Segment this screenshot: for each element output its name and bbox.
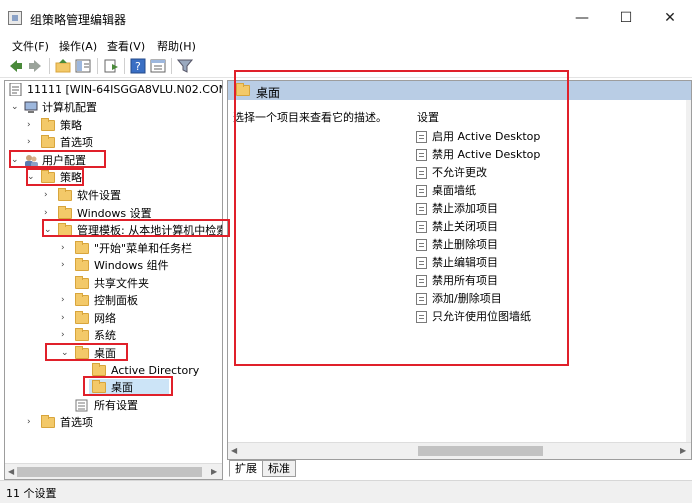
tab-extended[interactable]: 扩展	[229, 460, 263, 477]
export-list-icon[interactable]	[103, 58, 119, 74]
chevron-right-icon[interactable]: ›	[44, 191, 53, 200]
folder-icon	[41, 118, 55, 131]
details-horizontal-scrollbar[interactable]: ◀ ▶	[228, 442, 691, 459]
policy-setting-icon	[416, 131, 427, 143]
folder-icon	[75, 276, 89, 289]
settings-column-header[interactable]: 设置	[417, 109, 439, 125]
view-tabs: 扩展 标准	[227, 460, 427, 478]
chevron-down-icon[interactable]: ⌄	[44, 226, 53, 235]
chevron-right-icon[interactable]: ›	[61, 331, 70, 340]
show-hide-tree-icon[interactable]	[75, 58, 91, 74]
users-icon	[25, 155, 38, 167]
details-pane: 桌面 选择一个项目来查看它的描述。 设置 启用 Active Desktop 禁…	[227, 80, 692, 460]
folder-icon	[75, 293, 89, 306]
chevron-down-icon[interactable]: ⌄	[11, 156, 20, 165]
chevron-right-icon[interactable]: ›	[61, 296, 70, 305]
scroll-right-icon[interactable]: ▶	[211, 467, 217, 476]
folder-icon	[75, 258, 89, 271]
folder-icon	[58, 223, 72, 236]
settings-list-icon	[75, 399, 88, 412]
policy-setting-icon	[416, 311, 427, 323]
chevron-right-icon[interactable]: ›	[44, 209, 53, 218]
toolbar-separator	[171, 58, 172, 74]
menu-bar: 文件(F) 操作(A) 查看(V) 帮助(H)	[0, 36, 692, 54]
close-button[interactable]: ✕	[648, 0, 692, 36]
toolbar-separator	[49, 58, 50, 74]
chevron-down-icon[interactable]: ⌄	[27, 173, 36, 182]
menu-help[interactable]: 帮助(H)	[157, 38, 196, 54]
folder-icon	[92, 380, 106, 393]
policy-setting-icon	[416, 293, 427, 305]
menu-view[interactable]: 查看(V)	[107, 38, 145, 54]
policy-setting-icon	[416, 239, 427, 251]
up-folder-icon[interactable]	[55, 58, 71, 74]
window-title: 组策略管理编辑器	[30, 13, 127, 27]
status-bar: 11 个设置	[0, 480, 692, 503]
policy-setting-icon	[416, 149, 427, 161]
folder-icon	[75, 346, 89, 359]
folder-icon	[75, 311, 89, 324]
menu-file[interactable]: 文件(F)	[12, 38, 49, 54]
toolbar-separator	[97, 58, 98, 74]
minimize-button[interactable]: —	[560, 0, 604, 36]
scroll-left-icon[interactable]: ◀	[231, 446, 237, 455]
description-panel: 选择一个项目来查看它的描述。	[228, 100, 408, 442]
folder-icon	[41, 170, 55, 183]
folder-icon	[75, 241, 89, 254]
toolbar: ?	[0, 54, 692, 78]
folder-icon	[58, 206, 72, 219]
forward-arrow-icon[interactable]	[27, 58, 43, 74]
help-icon[interactable]: ?	[130, 58, 146, 74]
chevron-right-icon[interactable]: ›	[61, 244, 70, 253]
policy-document-icon	[9, 83, 22, 96]
folder-icon	[75, 328, 89, 341]
title-bar: 组策略管理编辑器 — ☐ ✕	[0, 0, 692, 36]
policy-setting-icon	[416, 221, 427, 233]
chevron-right-icon[interactable]: ›	[61, 314, 70, 323]
policy-setting-icon	[416, 203, 427, 215]
chevron-right-icon[interactable]: ›	[27, 138, 36, 147]
back-arrow-icon[interactable]	[8, 58, 24, 74]
scroll-thumb[interactable]	[17, 467, 202, 477]
scroll-left-icon[interactable]: ◀	[8, 467, 14, 476]
computer-icon	[24, 101, 38, 113]
chevron-right-icon[interactable]: ›	[27, 418, 36, 427]
status-text: 11 个设置	[6, 487, 57, 500]
maximize-button[interactable]: ☐	[604, 0, 648, 36]
scroll-thumb[interactable]	[418, 446, 543, 456]
app-icon	[8, 11, 22, 25]
svg-text:?: ?	[135, 60, 141, 73]
description-text: 选择一个项目来查看它的描述。	[233, 111, 387, 124]
tab-standard[interactable]: 标准	[262, 460, 296, 477]
folder-icon	[58, 188, 72, 201]
details-vertical-scrollbar[interactable]	[686, 100, 691, 442]
tree-horizontal-scrollbar[interactable]: ◀ ▶	[5, 463, 222, 479]
menu-action[interactable]: 操作(A)	[59, 38, 97, 54]
details-header: 桌面	[228, 81, 691, 100]
policy-setting-icon	[416, 167, 427, 179]
folder-icon	[41, 135, 55, 148]
policy-setting-icon	[416, 185, 427, 197]
chevron-down-icon[interactable]: ⌄	[11, 103, 20, 112]
details-title: 桌面	[256, 86, 281, 100]
properties-icon[interactable]	[150, 58, 166, 74]
tree-desktop-sub[interactable]: 桌面	[89, 379, 169, 396]
settings-list: 设置 启用 Active Desktop 禁用 Active Desktop 不…	[408, 100, 686, 442]
policy-setting-icon	[416, 275, 427, 287]
filter-icon[interactable]	[176, 58, 194, 74]
chevron-down-icon[interactable]: ⌄	[61, 349, 70, 358]
tree-pane: 11111 [WIN-64ISGGA8VLU.N02.COM] ⌄ 计算机配置 …	[4, 80, 223, 480]
chevron-right-icon[interactable]: ›	[27, 121, 36, 130]
folder-icon	[92, 363, 106, 376]
policy-setting-icon	[416, 257, 427, 269]
toolbar-separator	[124, 58, 125, 74]
folder-icon	[41, 415, 55, 428]
folder-icon	[236, 83, 250, 96]
scroll-right-icon[interactable]: ▶	[680, 446, 686, 455]
chevron-right-icon[interactable]: ›	[61, 261, 70, 270]
